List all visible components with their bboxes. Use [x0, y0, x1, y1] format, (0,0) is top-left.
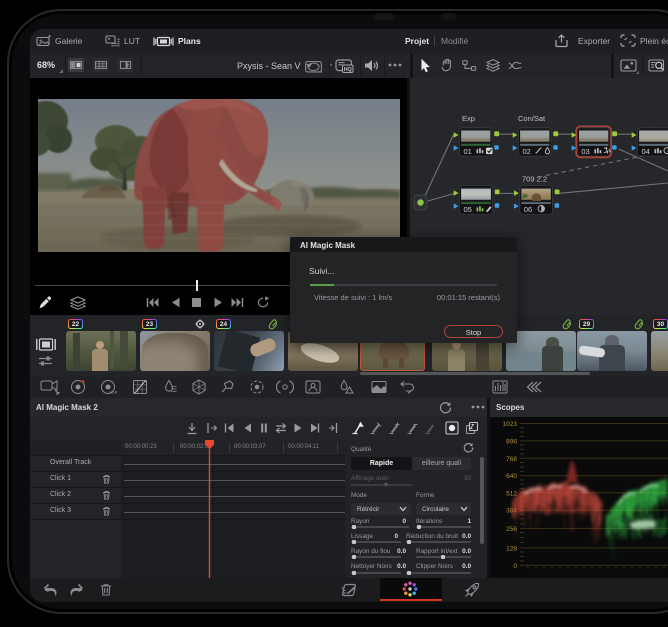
svg-text:06: 06: [524, 205, 532, 214]
svg-text:768: 768: [506, 456, 517, 463]
svg-text:Exp: Exp: [462, 114, 475, 123]
svg-text:HDR: HDR: [109, 390, 118, 395]
svg-text:HQ: HQ: [344, 67, 353, 73]
svg-text:1023: 1023: [503, 421, 518, 428]
svg-text:04: 04: [642, 147, 650, 156]
svg-text:709 2.2: 709 2.2: [522, 175, 547, 184]
svg-text:02: 02: [523, 147, 531, 156]
svg-text:01: 01: [464, 147, 472, 156]
svg-text:05: 05: [464, 205, 472, 214]
svg-text:03: 03: [581, 147, 589, 156]
svg-text:Con/Sat: Con/Sat: [518, 114, 546, 123]
svg-text:896: 896: [506, 438, 517, 445]
svg-text:128: 128: [506, 545, 517, 552]
svg-text:640: 640: [506, 473, 517, 480]
svg-text:0: 0: [513, 563, 517, 570]
